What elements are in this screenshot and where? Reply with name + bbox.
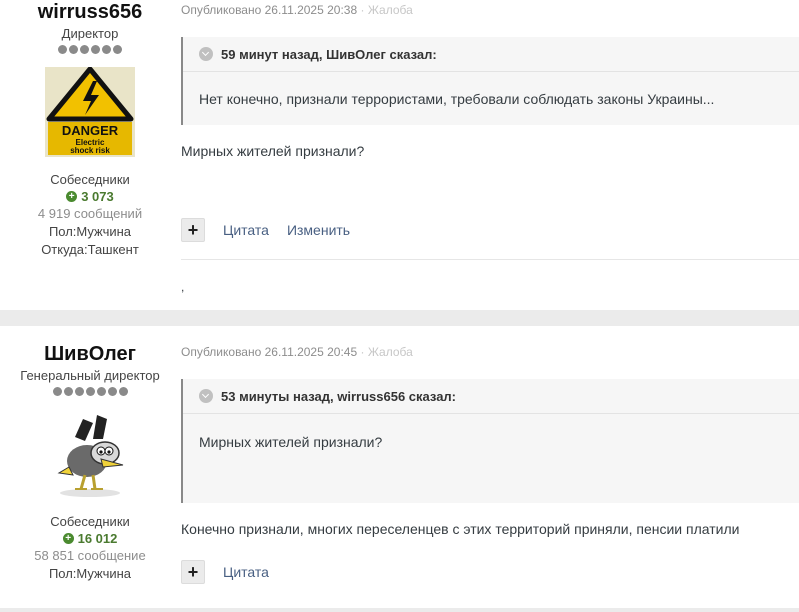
author-gender: Пол:Мужчина bbox=[48, 224, 132, 239]
quote-button[interactable]: Цитата bbox=[223, 222, 269, 238]
posted-date[interactable]: Опубликовано 26.11.2025 20:45 bbox=[181, 345, 357, 359]
report-link[interactable]: · Жалоба bbox=[361, 3, 413, 17]
cartoon-bird-icon bbox=[57, 415, 124, 497]
post-actions: + Цитата Изменить bbox=[181, 218, 350, 242]
post-text: Конечно признали, многих переселенцев с … bbox=[181, 521, 740, 537]
reputation: + 16 012 bbox=[0, 530, 180, 547]
quote-block: 53 минуты назад, wirruss656 сказал: Мирн… bbox=[181, 379, 799, 503]
author-group: Собеседники bbox=[50, 172, 130, 187]
edit-button[interactable]: Изменить bbox=[287, 222, 350, 238]
plus-button[interactable]: + bbox=[181, 560, 205, 584]
author-location: Откуда:Ташкент bbox=[41, 242, 139, 257]
rank-pips bbox=[0, 45, 180, 57]
reputation-value: 3 073 bbox=[81, 189, 114, 204]
author-panel: ШивОлег Генеральный директор Собеседники… bbox=[0, 326, 180, 583]
author-name[interactable]: ШивОлег bbox=[0, 342, 180, 366]
danger-sign-icon: DANGER Electric shock risk bbox=[45, 66, 135, 157]
divider bbox=[181, 259, 799, 260]
post-actions: + Цитата bbox=[181, 560, 269, 584]
plus-circle-icon: + bbox=[66, 191, 78, 202]
quote-citation: 53 минуты назад, wirruss656 сказал: bbox=[221, 388, 457, 404]
post-count: 58 851 сообщение bbox=[34, 548, 146, 563]
svg-text:shock risk: shock risk bbox=[70, 146, 110, 155]
quote-button[interactable]: Цитата bbox=[223, 564, 269, 580]
author-rank: Генеральный директор bbox=[20, 368, 160, 383]
quote-header[interactable]: 59 минут назад, ШивОлег сказал: bbox=[183, 37, 799, 72]
quote-citation: 59 минут назад, ШивОлег сказал: bbox=[221, 46, 437, 62]
quote-block: 59 минут назад, ШивОлег сказал: Нет коне… bbox=[181, 37, 799, 125]
author-gender: Пол:Мужчина bbox=[48, 566, 132, 581]
reputation: + 3 073 bbox=[0, 188, 180, 205]
author-panel: wirruss656 Директор DANGER Electric shoc… bbox=[0, 0, 180, 259]
svg-text:DANGER: DANGER bbox=[62, 123, 119, 138]
post-wirruss656: wirruss656 Директор DANGER Electric shoc… bbox=[0, 0, 799, 310]
author-name[interactable]: wirruss656 bbox=[0, 0, 180, 24]
post-date: Опубликовано 26.11.2025 20:45 · Жалоба bbox=[181, 345, 413, 359]
avatar[interactable] bbox=[45, 409, 135, 499]
chevron-down-icon[interactable] bbox=[199, 389, 213, 403]
posted-date[interactable]: Опубликовано 26.11.2025 20:38 bbox=[181, 3, 357, 17]
quote-text: Мирных жителей признали? bbox=[199, 434, 383, 450]
chevron-down-icon[interactable] bbox=[199, 47, 213, 61]
author-rank: Директор bbox=[61, 26, 119, 41]
reputation-value: 16 012 bbox=[77, 531, 118, 546]
report-link[interactable]: · Жалоба bbox=[361, 345, 413, 359]
rank-pips bbox=[0, 387, 180, 399]
post-text: Мирных жителей признали? bbox=[181, 143, 365, 159]
plus-button[interactable]: + bbox=[181, 218, 205, 242]
signature: , bbox=[181, 280, 185, 294]
post-count: 4 919 сообщений bbox=[37, 206, 143, 221]
plus-circle-icon: + bbox=[62, 533, 74, 544]
author-group: Собеседники bbox=[50, 514, 130, 529]
post-date: Опубликовано 26.11.2025 20:38 · Жалоба bbox=[181, 3, 413, 17]
quote-header[interactable]: 53 минуты назад, wirruss656 сказал: bbox=[183, 379, 799, 414]
quote-text: Нет конечно, признали террористами, треб… bbox=[199, 91, 715, 107]
post-shivoleg: ШивОлег Генеральный директор Собеседники… bbox=[0, 326, 799, 608]
avatar[interactable]: DANGER Electric shock risk bbox=[45, 66, 135, 157]
